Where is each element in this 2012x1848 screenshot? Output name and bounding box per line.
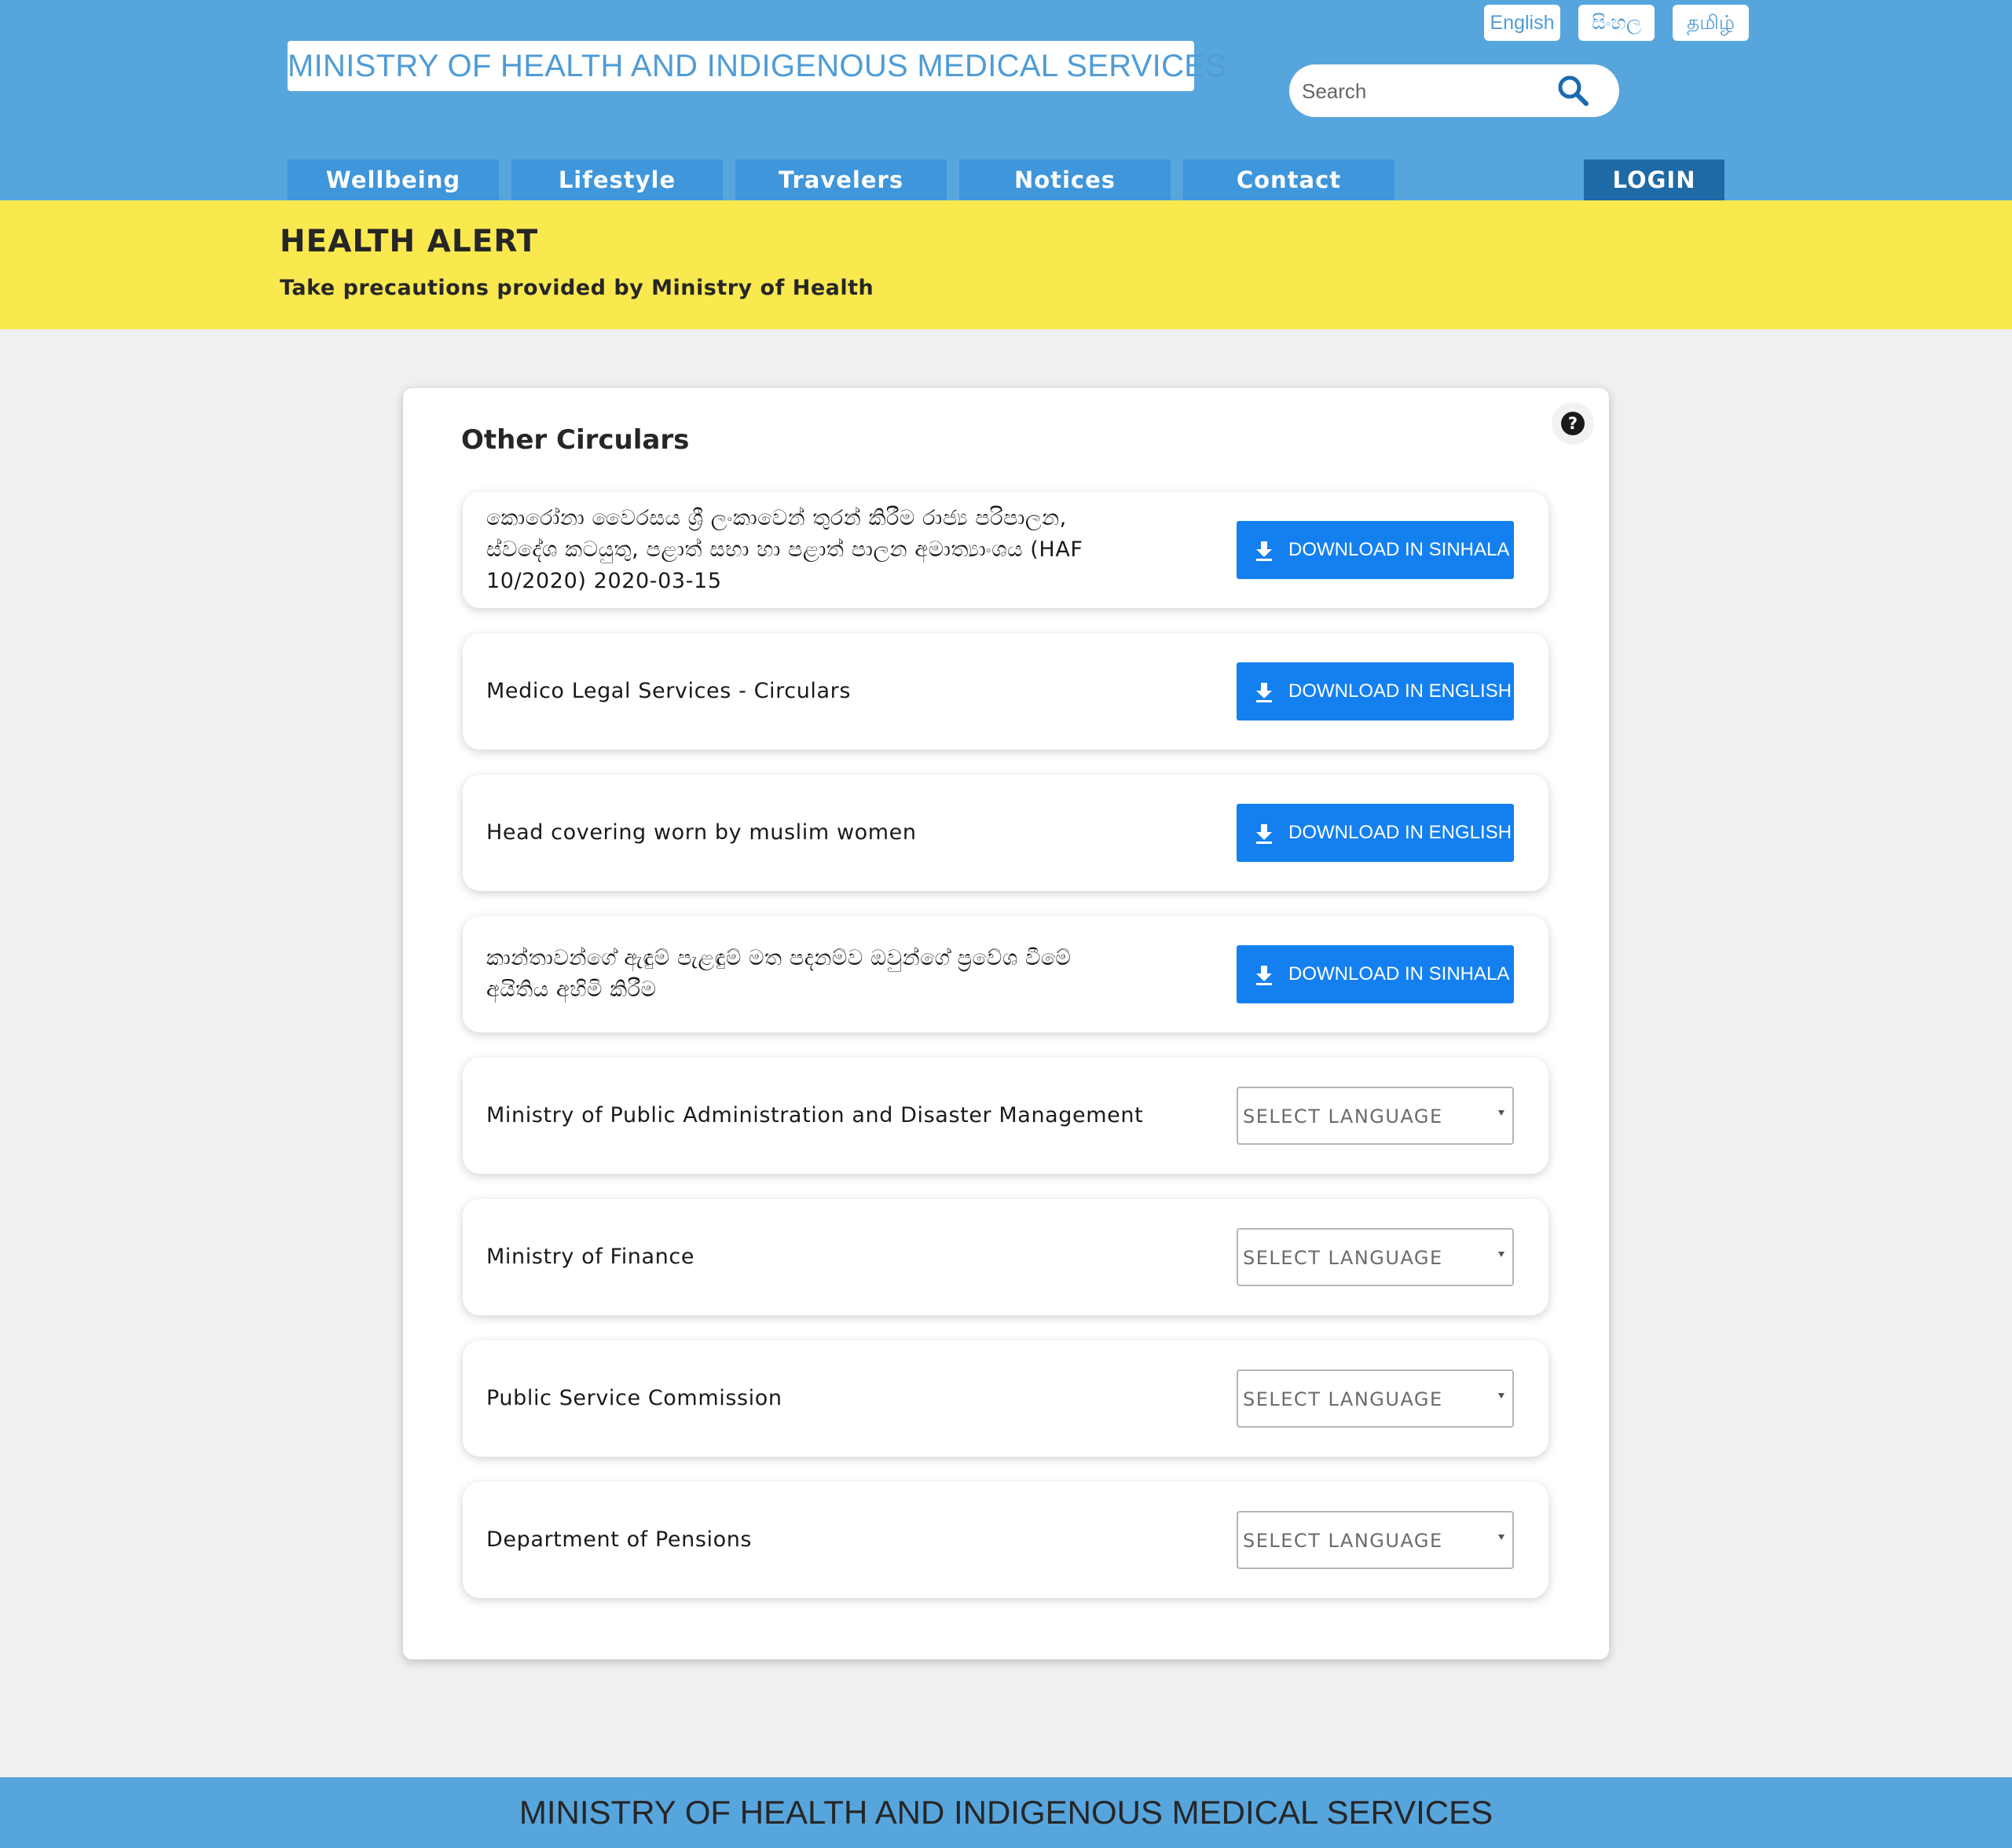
language-select-value: SELECT LANGUAGE: [1243, 1388, 1443, 1410]
circular-title-line: Public Service Commission: [486, 1386, 782, 1410]
circular-title-line: කොරෝනා වෛරසය ශ්‍රී ලංකාවෙන් තුරන් කිරීම …: [486, 506, 1067, 530]
site-title[interactable]: MINISTRY OF HEALTH AND INDIGENOUS MEDICA…: [288, 41, 1226, 91]
download-button-label: DOWNLOAD IN ENGLISH: [1288, 822, 1512, 843]
circular-title: Ministry of Public Administration and Di…: [486, 1058, 1193, 1174]
circulars-title: Other Circulars: [461, 424, 690, 456]
language-select[interactable]: SELECT LANGUAGE: [1237, 1370, 1514, 1428]
circular-row: Ministry of Finance SELECT LANGUAGE: [463, 1199, 1548, 1315]
download-sinhala-button[interactable]: DOWNLOAD IN SINHALA: [1237, 521, 1514, 579]
download-button-label: DOWNLOAD IN SINHALA: [1288, 963, 1510, 984]
download-button-label: DOWNLOAD IN SINHALA: [1288, 539, 1510, 560]
circular-title: Head covering worn by muslim women: [486, 775, 1193, 891]
circular-title-line: Ministry of Finance: [486, 1245, 695, 1269]
circular-title-line: Head covering worn by muslim women: [486, 820, 917, 845]
download-icon: [1256, 966, 1272, 985]
language-select-value: SELECT LANGUAGE: [1243, 1530, 1443, 1552]
nav-lifestyle[interactable]: Lifestyle: [511, 160, 723, 200]
circular-row: Public Service Commission SELECT LANGUAG…: [463, 1340, 1548, 1457]
search-input[interactable]: [1300, 71, 1539, 112]
alert-subtitle: Take precautions provided by Ministry of…: [280, 276, 874, 300]
circular-row: Medico Legal Services - Circulars DOWNLO…: [463, 633, 1548, 750]
circular-title-line: Medico Legal Services - Circulars: [486, 679, 852, 703]
circular-row: Head covering worn by muslim women DOWNL…: [463, 775, 1548, 891]
download-english-button[interactable]: DOWNLOAD IN ENGLISH: [1237, 804, 1514, 862]
circular-title: Public Service Commission: [486, 1340, 1193, 1457]
dropdown-arrow-icon: [1498, 1252, 1504, 1257]
download-icon: [1256, 683, 1272, 702]
circular-title: කොරෝනා වෛරසය ශ්‍රී ලංකාවෙන් තුරන් කිරීම …: [486, 492, 1193, 608]
language-select[interactable]: SELECT LANGUAGE: [1237, 1087, 1514, 1145]
language-sinhala-button[interactable]: සිංහල: [1578, 5, 1655, 41]
circular-row: Department of Pensions SELECT LANGUAGE: [463, 1482, 1548, 1598]
language-tamil-button[interactable]: தமிழ்: [1673, 5, 1749, 41]
nav-travelers[interactable]: Travelers: [735, 160, 947, 200]
download-icon: [1256, 541, 1272, 561]
circular-title-line: Department of Pensions: [486, 1527, 753, 1552]
language-select[interactable]: SELECT LANGUAGE: [1237, 1511, 1514, 1569]
question-circle-icon: ?: [1561, 412, 1585, 435]
download-sinhala-button[interactable]: DOWNLOAD IN SINHALA: [1237, 945, 1514, 1003]
download-english-button[interactable]: DOWNLOAD IN ENGLISH: [1237, 662, 1514, 720]
footer-title: MINISTRY OF HEALTH AND INDIGENOUS MEDICA…: [519, 1794, 1493, 1831]
circular-title-line: ස්වදේශ කටයුතු, පළාත් සභා හා පළාත් පාලන අ…: [486, 537, 1083, 562]
dropdown-arrow-icon: [1498, 1534, 1504, 1540]
language-select-value: SELECT LANGUAGE: [1243, 1106, 1443, 1128]
language-select-value: SELECT LANGUAGE: [1243, 1247, 1443, 1269]
circular-title: Medico Legal Services - Circulars: [486, 633, 1193, 750]
help-button[interactable]: ?: [1552, 402, 1594, 445]
nav-contact[interactable]: Contact: [1183, 160, 1394, 200]
site-footer: MINISTRY OF HEALTH AND INDIGENOUS MEDICA…: [0, 1777, 2012, 1848]
search-icon[interactable]: [1556, 74, 1591, 108]
site-header: MINISTRY OF HEALTH AND INDIGENOUS MEDICA…: [0, 0, 2012, 200]
dropdown-arrow-icon: [1498, 1110, 1504, 1116]
alert-title: HEALTH ALERT: [280, 224, 539, 259]
circular-row: කොරෝනා වෛරසය ශ්‍රී ලංකාවෙන් තුරන් කිරීම …: [463, 492, 1548, 608]
circular-title-line: කාන්තාවන්ගේ ඇඳුම් පැළඳුම් මත පදනම්ව ඔවුන…: [486, 946, 1072, 970]
circular-title-line: අයිතිය අහිමි කිරීම: [486, 977, 657, 1002]
circular-title-line: Ministry of Public Administration and Di…: [486, 1103, 1144, 1128]
language-english-button[interactable]: English: [1484, 5, 1560, 41]
nav-wellbeing[interactable]: Wellbeing: [288, 160, 499, 200]
language-select[interactable]: SELECT LANGUAGE: [1237, 1228, 1514, 1286]
dropdown-arrow-icon: [1498, 1393, 1504, 1399]
circular-row: කාන්තාවන්ගේ ඇඳුම් පැළඳුම් මත පදනම්ව ඔවුන…: [463, 916, 1548, 1032]
circular-row: Ministry of Public Administration and Di…: [463, 1058, 1548, 1174]
login-button[interactable]: LOGIN: [1584, 160, 1724, 200]
circulars-card: Other Circulars ? කොරෝනා වෛරසය ශ්‍රී ලංක…: [403, 388, 1609, 1659]
circular-title: කාන්තාවන්ගේ ඇඳුම් පැළඳුම් මත පදනම්ව ඔවුන…: [486, 916, 1193, 1032]
health-alert-banner: HEALTH ALERT Take precautions provided b…: [0, 200, 2012, 329]
circular-title-line: 10/2020) 2020-03-15: [486, 569, 722, 593]
search-box: [1289, 64, 1619, 117]
circular-title: Department of Pensions: [486, 1482, 1193, 1598]
download-icon: [1256, 824, 1272, 844]
circular-title: Ministry of Finance: [486, 1199, 1193, 1315]
nav-notices[interactable]: Notices: [959, 160, 1171, 200]
download-button-label: DOWNLOAD IN ENGLISH: [1288, 680, 1512, 702]
